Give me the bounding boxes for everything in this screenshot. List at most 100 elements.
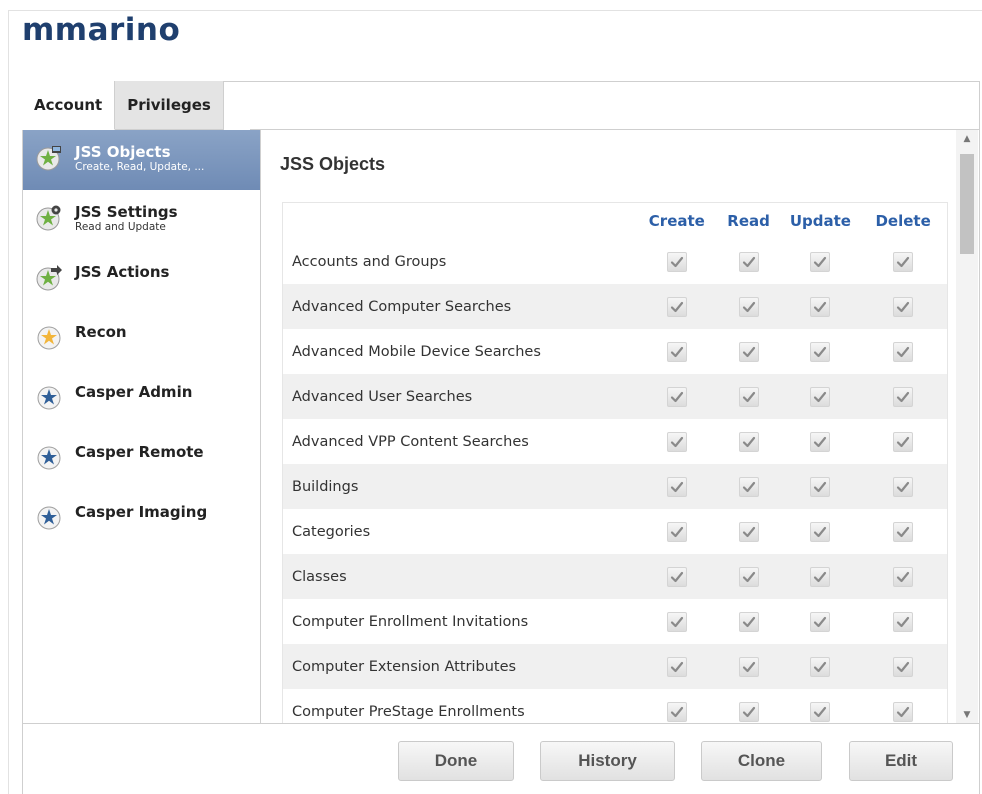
privilege-name: Computer Extension Attributes bbox=[292, 658, 517, 675]
delete-checkbox[interactable] bbox=[893, 251, 914, 272]
create-checkbox[interactable] bbox=[666, 341, 687, 362]
create-checkbox[interactable] bbox=[666, 431, 687, 452]
done-button[interactable]: Done bbox=[398, 741, 514, 781]
create-checkbox[interactable] bbox=[666, 296, 687, 317]
scrollbar-thumb[interactable] bbox=[960, 154, 974, 254]
delete-checkbox[interactable] bbox=[893, 611, 914, 632]
update-checkbox[interactable] bbox=[810, 476, 831, 497]
privilege-name: Buildings bbox=[292, 478, 359, 495]
create-checkbox[interactable] bbox=[666, 386, 687, 407]
create-cell bbox=[638, 431, 716, 452]
checkmark-icon bbox=[742, 255, 756, 269]
update-checkbox[interactable] bbox=[810, 296, 831, 317]
tab-privileges[interactable]: Privileges bbox=[115, 81, 224, 130]
read-checkbox[interactable] bbox=[738, 431, 759, 452]
sidebar-item-recon[interactable]: Recon bbox=[23, 310, 260, 370]
checkmark-icon bbox=[813, 705, 827, 719]
create-checkbox[interactable] bbox=[666, 656, 687, 677]
section-title: JSS Objects bbox=[280, 154, 386, 174]
create-checkbox[interactable] bbox=[666, 701, 687, 722]
tab-bar: Account Privileges bbox=[22, 81, 224, 130]
delete-checkbox[interactable] bbox=[893, 566, 914, 587]
scroll-up-arrow-icon[interactable]: ▲ bbox=[956, 130, 978, 147]
read-cell bbox=[716, 476, 782, 497]
edit-button[interactable]: Edit bbox=[849, 741, 953, 781]
history-button[interactable]: History bbox=[540, 741, 675, 781]
checkmark-icon bbox=[670, 255, 684, 269]
checkmark-icon bbox=[896, 390, 910, 404]
delete-checkbox[interactable] bbox=[893, 431, 914, 452]
table-row: Advanced User Searches bbox=[283, 374, 947, 419]
sidebar-item-jss-actions[interactable]: JSS Actions bbox=[23, 250, 260, 310]
table-body: Accounts and Groups Advanced Computer Sea… bbox=[283, 239, 947, 723]
delete-checkbox[interactable] bbox=[893, 386, 914, 407]
sidebar-item-jss-settings[interactable]: JSS Settings Read and Update bbox=[23, 190, 260, 250]
clone-button[interactable]: Clone bbox=[701, 741, 822, 781]
delete-checkbox[interactable] bbox=[893, 656, 914, 677]
read-checkbox[interactable] bbox=[738, 251, 759, 272]
update-cell bbox=[782, 476, 860, 497]
table-row: Buildings bbox=[283, 464, 947, 509]
delete-cell bbox=[859, 566, 947, 587]
sidebar-item-casper-remote[interactable]: Casper Remote bbox=[23, 430, 260, 490]
delete-checkbox[interactable] bbox=[893, 476, 914, 497]
privilege-name: Advanced Computer Searches bbox=[292, 298, 512, 315]
sidebar-item-jss-objects[interactable]: JSS Objects Create, Read, Update, ... bbox=[23, 130, 260, 190]
sidebar-item-label: JSS Settings bbox=[75, 203, 178, 221]
privilege-name: Classes bbox=[292, 568, 347, 585]
read-cell bbox=[716, 611, 782, 632]
create-checkbox[interactable] bbox=[666, 566, 687, 587]
update-checkbox[interactable] bbox=[810, 341, 831, 362]
column-header-delete: Delete bbox=[875, 212, 931, 230]
read-checkbox[interactable] bbox=[738, 341, 759, 362]
update-checkbox[interactable] bbox=[810, 701, 831, 722]
tab-account[interactable]: Account bbox=[22, 81, 116, 130]
create-checkbox[interactable] bbox=[666, 476, 687, 497]
create-checkbox[interactable] bbox=[666, 251, 687, 272]
checkmark-icon bbox=[896, 615, 910, 629]
read-checkbox[interactable] bbox=[738, 296, 759, 317]
create-checkbox[interactable] bbox=[666, 611, 687, 632]
create-cell bbox=[638, 296, 716, 317]
read-cell bbox=[716, 431, 782, 452]
sidebar-item-casper-imaging[interactable]: Casper Imaging bbox=[23, 490, 260, 550]
read-cell bbox=[716, 521, 782, 542]
create-checkbox[interactable] bbox=[666, 521, 687, 542]
table-row: Computer PreStage Enrollments bbox=[283, 689, 947, 723]
checkmark-icon bbox=[670, 345, 684, 359]
delete-checkbox[interactable] bbox=[893, 521, 914, 542]
read-checkbox[interactable] bbox=[738, 701, 759, 722]
privilege-name: Advanced VPP Content Searches bbox=[292, 433, 529, 450]
sidebar-item-casper-admin[interactable]: Casper Admin bbox=[23, 370, 260, 430]
delete-checkbox[interactable] bbox=[893, 701, 914, 722]
update-cell bbox=[782, 611, 860, 632]
update-checkbox[interactable] bbox=[810, 521, 831, 542]
update-cell bbox=[782, 701, 860, 722]
delete-cell bbox=[859, 701, 947, 722]
update-cell bbox=[782, 566, 860, 587]
checkmark-icon bbox=[896, 300, 910, 314]
checkmark-icon bbox=[742, 345, 756, 359]
vertical-scrollbar[interactable]: ▲ ▼ bbox=[956, 130, 978, 723]
read-checkbox[interactable] bbox=[738, 476, 759, 497]
update-checkbox[interactable] bbox=[810, 656, 831, 677]
read-cell bbox=[716, 251, 782, 272]
table-row: Advanced Computer Searches bbox=[283, 284, 947, 329]
update-checkbox[interactable] bbox=[810, 386, 831, 407]
delete-checkbox[interactable] bbox=[893, 341, 914, 362]
create-cell bbox=[638, 611, 716, 632]
scroll-down-arrow-icon[interactable]: ▼ bbox=[956, 706, 978, 723]
delete-checkbox[interactable] bbox=[893, 296, 914, 317]
update-checkbox[interactable] bbox=[810, 251, 831, 272]
checkmark-icon bbox=[813, 435, 827, 449]
update-checkbox[interactable] bbox=[810, 431, 831, 452]
read-checkbox[interactable] bbox=[738, 656, 759, 677]
checkmark-icon bbox=[670, 435, 684, 449]
read-checkbox[interactable] bbox=[738, 611, 759, 632]
read-checkbox[interactable] bbox=[738, 521, 759, 542]
read-checkbox[interactable] bbox=[738, 566, 759, 587]
update-checkbox[interactable] bbox=[810, 611, 831, 632]
read-checkbox[interactable] bbox=[738, 386, 759, 407]
casper-imaging-icon bbox=[35, 504, 63, 532]
update-checkbox[interactable] bbox=[810, 566, 831, 587]
